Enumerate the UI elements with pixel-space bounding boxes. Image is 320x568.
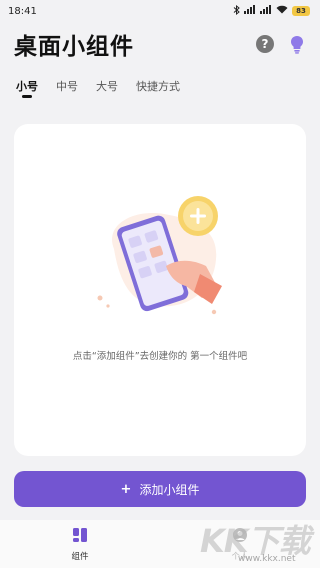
nav-item-profile[interactable]: 个人 [200, 527, 280, 562]
add-widget-label: 添加小组件 [139, 482, 200, 497]
header: 桌面小组件 ? [0, 24, 320, 64]
tab-indicator [22, 95, 32, 98]
status-time: 18:41 [8, 5, 37, 17]
battery-indicator: 83 [292, 6, 310, 16]
status-bar: 18:41 83 [0, 0, 320, 22]
empty-state-illustration [94, 194, 234, 324]
nav-label: 组件 [71, 551, 89, 562]
signal-icon [244, 5, 256, 17]
tab-label: 中号 [56, 80, 78, 93]
nav-item-widgets[interactable]: 组件 [40, 527, 120, 562]
help-icon[interactable]: ? [256, 35, 274, 53]
tab-medium[interactable]: 中号 [56, 76, 78, 94]
plus-icon: + [120, 481, 132, 497]
bluetooth-icon [233, 4, 240, 18]
bottom-nav: 组件 个人 [0, 520, 320, 568]
nav-label: 个人 [231, 551, 249, 562]
tab-label: 快捷方式 [136, 80, 180, 93]
lightbulb-icon[interactable] [288, 34, 306, 54]
signal-icon [260, 5, 272, 17]
wifi-icon [276, 5, 288, 17]
tab-large[interactable]: 大号 [96, 76, 118, 94]
widgets-icon [72, 527, 88, 547]
header-actions: ? [256, 34, 306, 54]
tab-label: 小号 [16, 80, 38, 93]
tab-small[interactable]: 小号 [16, 76, 38, 98]
status-icons: 83 [233, 4, 310, 18]
add-widget-button[interactable]: + 添加小组件 [14, 471, 306, 507]
widget-preview-card: 点击“添加组件”去创建你的 第一个组件吧 [14, 124, 306, 456]
profile-icon [232, 527, 248, 547]
empty-state-text: 点击“添加组件”去创建你的 第一个组件吧 [72, 351, 248, 362]
page-title: 桌面小组件 [14, 34, 134, 60]
size-tabs: 小号 中号 大号 快捷方式 [0, 76, 320, 104]
tab-shortcut[interactable]: 快捷方式 [136, 76, 180, 94]
tab-label: 大号 [96, 80, 118, 93]
